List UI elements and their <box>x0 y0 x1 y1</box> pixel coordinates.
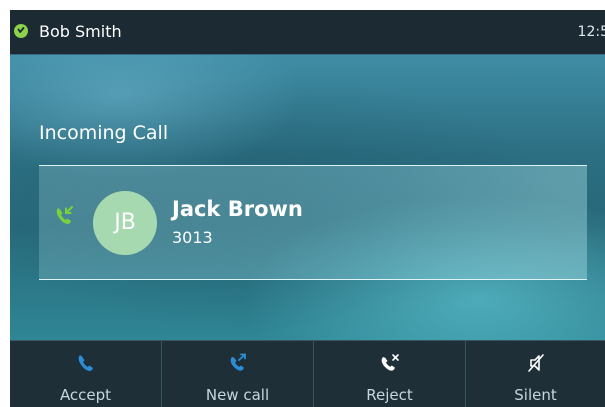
account-name: Bob Smith <box>39 22 122 41</box>
silent-label: Silent <box>514 386 557 404</box>
new-call-button[interactable]: New call <box>162 341 314 407</box>
caller-card[interactable]: JB Jack Brown 3013 <box>39 165 587 280</box>
new-call-icon <box>230 353 246 371</box>
silent-icon <box>527 354 544 372</box>
silent-button[interactable]: Silent <box>466 341 605 407</box>
phone-icon <box>78 355 93 371</box>
screen-title: Incoming Call <box>39 122 169 144</box>
reject-label: Reject <box>366 386 413 404</box>
caller-number: 3013 <box>172 228 213 247</box>
caller-avatar: JB <box>93 191 157 255</box>
status-bar: Bob Smith 12:5 <box>10 10 605 55</box>
incoming-call-screen: Incoming Call JB Jack Brown 3013 <box>10 55 605 340</box>
softkey-bar: Accept New call Reject Silent <box>10 340 605 407</box>
incoming-call-icon <box>56 206 73 224</box>
avatar-initials: JB <box>114 210 136 235</box>
reject-call-icon <box>381 354 399 371</box>
reject-button[interactable]: Reject <box>314 341 466 407</box>
phone-screen: Bob Smith 12:5 Incoming Call JB Jack Bro… <box>10 10 605 407</box>
accept-label: Accept <box>59 386 112 404</box>
new-call-label: New call <box>205 386 270 404</box>
clock: 12:5 <box>577 24 605 40</box>
registered-check-icon <box>14 24 28 38</box>
caller-name: Jack Brown <box>172 197 303 221</box>
accept-button[interactable]: Accept <box>10 341 162 407</box>
